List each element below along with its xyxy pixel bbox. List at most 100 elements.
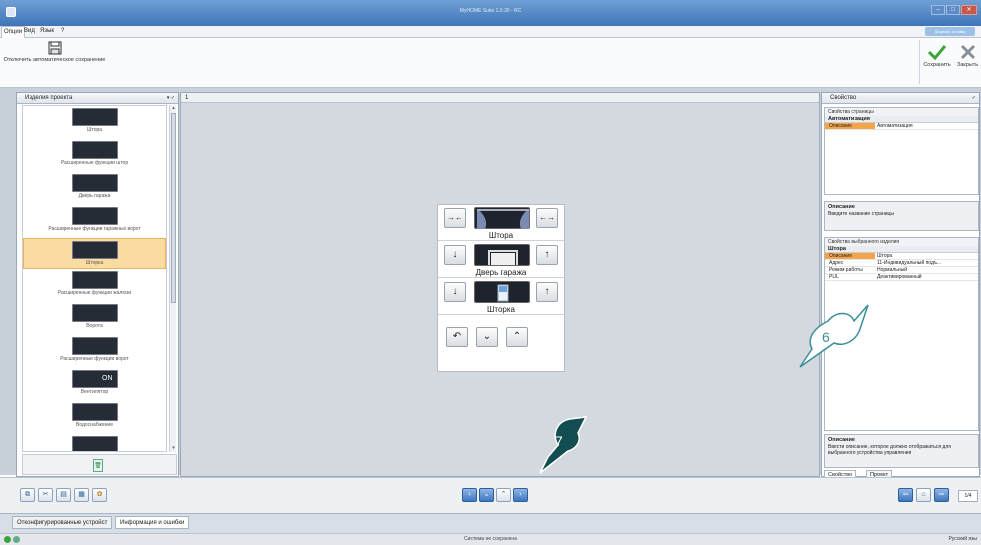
close-label: Закрыть <box>956 62 979 68</box>
project-item[interactable]: Расширенные функции штор <box>23 141 166 172</box>
paste-icon[interactable]: ▤ <box>56 488 71 502</box>
garage-up-button[interactable]: ↑ <box>536 245 558 265</box>
arrow-left-icon[interactable]: ‹ <box>462 488 477 502</box>
device-row-blind[interactable]: ↓ ↑ Шторка <box>438 279 564 315</box>
device-prop-value[interactable]: 11-Индивидуальный подъ... <box>875 260 978 266</box>
scroll-thumb[interactable] <box>171 113 176 303</box>
prev-page-icon[interactable]: ⇦ <box>898 488 913 502</box>
cut-icon[interactable]: ✂ <box>38 488 53 502</box>
garage-label: Дверь гаража <box>475 268 527 277</box>
save-button[interactable]: Сохранить <box>921 40 953 84</box>
project-item[interactable]: Расширенные функции ворот <box>23 337 166 368</box>
grid-icon[interactable]: ▦ <box>74 488 89 502</box>
disable-autosave-button[interactable]: Отключить автоматическое сохранение <box>2 40 107 86</box>
menu-language[interactable]: Язык <box>40 28 54 34</box>
palette-icon[interactable]: ✿ <box>92 488 107 502</box>
back-nav-button[interactable]: ↶ <box>446 327 468 347</box>
curtain-label: Штора <box>488 231 514 240</box>
project-item[interactable] <box>23 436 166 451</box>
project-item-label: Расширенные функции ворот <box>60 356 129 362</box>
device-row-curtain[interactable]: →← ←→ Штора <box>438 205 564 241</box>
page-properties-grid: Свойства страницы Автоматизация Описание… <box>824 107 979 195</box>
next-page-icon[interactable]: ⇨ <box>934 488 949 502</box>
project-item[interactable]: Расширенные функции гаражных ворот <box>23 207 166 238</box>
device-prop-value[interactable]: Штора <box>875 253 978 259</box>
page-properties-title: Свойства страницы <box>825 108 978 116</box>
device-prop-row[interactable]: Режим работы Нормальный <box>825 267 978 274</box>
project-item[interactable]: Дверь гаража <box>23 174 166 205</box>
device-prop-value[interactable]: Деактивированный <box>875 274 978 280</box>
project-item[interactable]: Шторка <box>23 238 166 269</box>
scroll-up-icon[interactable]: ▴ <box>170 105 177 112</box>
fan-icon: ON <box>71 370 118 388</box>
tab-info-errors[interactable]: Информация и ошибки <box>115 516 190 529</box>
page-prop-value[interactable]: Автоматизация <box>875 123 978 129</box>
device-description-text: Ввести описание, которое должно отобража… <box>828 444 951 456</box>
properties-pin-icon[interactable]: ✓ <box>972 93 976 104</box>
page-group-name: Автоматизация <box>825 116 978 123</box>
blind-icon <box>71 241 118 259</box>
trash-area[interactable]: 🗑 <box>22 454 177 475</box>
garage-down-button[interactable]: ↓ <box>444 245 466 265</box>
garage-advanced-icon <box>71 207 118 225</box>
arrow-right-icon[interactable]: › <box>513 488 528 502</box>
device-description-title: Описание <box>828 437 855 443</box>
project-item[interactable]: ON Вентилятор <box>23 370 166 401</box>
device-prop-row[interactable]: PUL Деактивированный <box>825 274 978 281</box>
floppy-disk-icon <box>48 41 61 55</box>
page-canvas: 1 →← ←→ Штора ↓ ↑ Дверь гаража ↓ ↑ Шторк… <box>180 92 820 477</box>
device-prop-row[interactable]: Адрес 11-Индивидуальный подъ... <box>825 260 978 267</box>
project-item-label: Расширенные функции гаражных ворот <box>48 226 141 232</box>
project-item[interactable]: Расширенные функции жалюзи <box>23 271 166 302</box>
menu-view[interactable]: Вид <box>24 28 35 34</box>
properties-panel: Свойство ✓ Свойства страницы Автоматизац… <box>799 92 980 479</box>
project-item[interactable]: Водоснабжение <box>23 403 166 434</box>
log-tabs-bar: Отконфигурированные устройст Информация … <box>0 513 981 533</box>
device-prop-key: PUL <box>829 274 839 280</box>
device-prop-row[interactable]: Описание Штора <box>825 253 978 260</box>
arrow-up-icon[interactable]: ⌃ <box>496 488 511 502</box>
ribbon: Отключить автоматическое сохранение Сохр… <box>0 38 981 88</box>
tab-configured-devices[interactable]: Отконфигурированные устройст <box>12 516 113 529</box>
menu-help[interactable]: ? <box>61 28 64 34</box>
user-badge: Ширмыч Ылайщ <box>925 27 975 36</box>
menu-options[interactable]: Опции <box>1 26 26 38</box>
close-project-button[interactable]: Закрыть <box>954 40 981 84</box>
fan-on-badge: ON <box>102 375 113 382</box>
blind-down-button[interactable]: ↓ <box>444 282 466 302</box>
project-item[interactable]: Ворота <box>23 304 166 335</box>
device-prop-value[interactable]: Нормальный <box>875 267 978 273</box>
page-counter: 1/4 <box>958 490 978 502</box>
arrow-down-icon[interactable]: ⌄ <box>479 488 494 502</box>
copy-icon[interactable]: ⧉ <box>20 488 35 502</box>
scroll-down-nav-button[interactable]: ⌄ <box>476 327 498 347</box>
device-row-garage[interactable]: ↓ ↑ Дверь гаража <box>438 242 564 278</box>
page-prop-row[interactable]: Описание Автоматизация <box>825 123 978 130</box>
blind-up-button[interactable]: ↑ <box>536 282 558 302</box>
canvas-page-tab[interactable]: 1 <box>181 93 819 103</box>
scroll-up-nav-button[interactable]: ⌃ <box>506 327 528 347</box>
device-prop-key: Режим работы <box>829 267 863 273</box>
pin-icon[interactable]: ▾ ✓ <box>167 93 175 104</box>
items-scrollbar[interactable]: ▴ ▾ <box>169 105 176 452</box>
menu-bar: Опции Вид Язык ? Ширмыч Ылайщ <box>0 26 981 38</box>
project-item-label: Расширенные функции жалюзи <box>57 290 132 296</box>
minimize-button[interactable]: – <box>931 5 945 15</box>
device-prop-key: Адрес <box>829 260 844 266</box>
language-indicator: Русский язы <box>948 536 977 542</box>
touchscreen-page-preview: →← ←→ Штора ↓ ↑ Дверь гаража ↓ ↑ Шторка … <box>437 204 565 372</box>
title-bar: MyHOME Suite 1.0.30 - RC – □ ✕ <box>0 0 981 26</box>
curtain-close-button[interactable]: →← <box>444 208 466 228</box>
scroll-down-icon[interactable]: ▾ <box>170 445 177 452</box>
home-icon[interactable]: ⌂ <box>916 488 931 502</box>
curtain-icon <box>474 207 530 229</box>
maximize-button[interactable]: □ <box>946 5 960 15</box>
garage-door-icon <box>474 244 530 266</box>
window-title: MyHOME Suite 1.0.30 - RC <box>459 8 522 14</box>
trash-bin-icon[interactable]: 🗑 <box>93 459 103 472</box>
window-close-button[interactable]: ✕ <box>961 5 977 15</box>
curtain-open-button[interactable]: ←→ <box>536 208 558 228</box>
project-item[interactable]: Штора <box>23 108 166 139</box>
device-prop-key: Описание <box>825 253 875 259</box>
project-item-label: Шторка <box>85 260 104 266</box>
